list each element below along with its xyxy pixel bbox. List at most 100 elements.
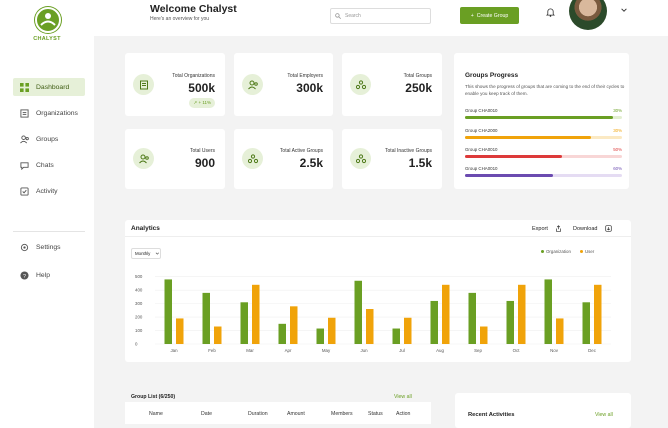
logo-text: CHALYST: [33, 36, 61, 42]
bar-organization: [430, 300, 438, 344]
logo[interactable]: [34, 6, 62, 34]
x-tick-label: Sep: [474, 348, 482, 353]
sidebar-item-groups[interactable]: Groups: [13, 130, 85, 148]
bell-icon[interactable]: [546, 7, 555, 17]
bar-user: [214, 326, 222, 344]
group-progress-track: [465, 116, 622, 119]
group-progress-percent: 30%: [613, 128, 622, 133]
svg-text:?: ?: [23, 273, 26, 279]
sidebar: CHALYST Dashboard Organizations Groups C…: [0, 0, 94, 428]
bar-user: [404, 317, 412, 344]
create-group-button[interactable]: + Create Group: [460, 7, 519, 24]
column-header-amount[interactable]: Amount: [287, 411, 305, 417]
bar-user: [480, 326, 488, 344]
group-progress-fill: [465, 116, 613, 119]
group-list-title: Group List (6/250): [131, 394, 176, 400]
y-tick-label: 300: [135, 301, 143, 306]
search-input[interactable]: Search: [330, 8, 431, 24]
sidebar-item-label: Dashboard: [36, 83, 70, 91]
bar-user: [366, 309, 374, 344]
bar-user: [328, 317, 336, 344]
column-header-date[interactable]: Date: [201, 411, 212, 417]
sidebar-item-label: Help: [36, 271, 50, 279]
bar-organization: [582, 302, 590, 344]
group-progress-fill: [465, 174, 553, 177]
bar-organization: [468, 292, 476, 344]
group-progress-track: [465, 136, 622, 139]
stat-card-employers[interactable]: Total Employers 300k: [234, 53, 333, 116]
bar-organization: [392, 328, 400, 344]
sidebar-item-label: Settings: [36, 243, 61, 251]
x-tick-label: Apr: [285, 348, 292, 353]
group-progress-fill: [465, 155, 563, 158]
x-tick-label: Mar: [246, 348, 254, 353]
help-icon: ?: [20, 270, 29, 279]
stat-card-organizations[interactable]: Total Organizations 500k ↗ + 11%: [125, 53, 225, 116]
employers-icon: [242, 74, 263, 95]
chat-icon: [20, 161, 29, 170]
organization-icon: [133, 74, 154, 95]
sidebar-item-settings[interactable]: Settings: [13, 238, 85, 256]
group-list-view-all-link[interactable]: View all: [394, 394, 412, 400]
column-header-status[interactable]: Status: [368, 411, 383, 417]
stat-title: Total Active Groups: [279, 148, 323, 154]
stat-card-groups[interactable]: Total Groups 250k: [342, 53, 442, 116]
sidebar-item-dashboard[interactable]: Dashboard: [13, 78, 85, 96]
groups-icon: [350, 74, 371, 95]
stat-value: 900: [194, 156, 215, 170]
recent-activities-card: Recent Activities View all: [455, 393, 631, 428]
sidebar-item-label: Organizations: [36, 109, 78, 117]
x-tick-label: May: [322, 348, 331, 353]
create-group-label: Create Group: [476, 12, 509, 19]
analytics-card: Analytics Export Download Monthly Organi…: [125, 220, 631, 362]
column-header-members[interactable]: Members: [331, 411, 353, 417]
stat-value: 250k: [405, 81, 432, 95]
sidebar-item-activity[interactable]: Activity: [13, 182, 85, 200]
stat-title: Total Inactive Groups: [385, 148, 432, 154]
sidebar-divider: [13, 231, 85, 232]
users-icon: [133, 148, 154, 169]
sidebar-item-label: Chats: [36, 161, 54, 169]
bar-user: [594, 284, 602, 344]
stat-title: Total Employers: [287, 73, 323, 79]
column-header-action[interactable]: Action: [396, 411, 410, 417]
x-tick-label: Jul: [399, 348, 405, 353]
chevron-down-icon[interactable]: [620, 6, 628, 14]
group-progress-percent: 30%: [613, 108, 622, 113]
recent-activities-title: Recent Activities: [468, 412, 515, 418]
group-progress-track: [465, 174, 622, 177]
stat-card-active-groups[interactable]: Total Active Groups 2.5k: [234, 129, 333, 189]
groups-progress-title: Groups Progress: [465, 72, 519, 79]
x-tick-label: Dec: [588, 348, 597, 353]
sidebar-item-chats[interactable]: Chats: [13, 156, 85, 174]
sidebar-item-help[interactable]: ? Help: [13, 266, 85, 284]
group-list-header: Name Date Duration Amount Members Status…: [125, 402, 431, 424]
column-header-duration[interactable]: Duration: [248, 411, 268, 417]
bar-organization: [544, 279, 552, 344]
y-tick-label: 0: [135, 342, 138, 347]
bar-user: [442, 284, 450, 344]
bar-organization: [316, 328, 324, 344]
stat-title: Total Organizations: [172, 73, 215, 79]
stat-card-users[interactable]: Total Users 900: [125, 129, 225, 189]
sidebar-item-label: Groups: [36, 135, 59, 143]
recent-activities-view-all-link[interactable]: View all: [595, 412, 613, 418]
stat-title: Total Groups: [403, 73, 432, 79]
group-progress-percent: 50%: [613, 147, 622, 152]
group-progress-name: Group CHA0010: [465, 147, 498, 152]
group-progress-track: [465, 155, 622, 158]
group-progress-name: Group CHA0010: [465, 108, 498, 113]
x-tick-label: Feb: [208, 348, 216, 353]
group-progress-fill: [465, 136, 591, 139]
y-tick-label: 500: [135, 274, 143, 279]
activity-icon: [20, 186, 29, 196]
column-header-name[interactable]: Name: [149, 411, 163, 417]
inactive-groups-icon: [350, 148, 371, 169]
stat-card-inactive-groups[interactable]: Total Inactive Groups 1.5k: [342, 129, 442, 189]
group-progress-percent: 60%: [613, 166, 622, 171]
active-groups-icon: [242, 148, 263, 169]
sidebar-item-organizations[interactable]: Organizations: [13, 104, 85, 122]
x-tick-label: Jan: [170, 348, 178, 353]
search-icon: [335, 13, 341, 19]
bar-user: [518, 284, 526, 344]
